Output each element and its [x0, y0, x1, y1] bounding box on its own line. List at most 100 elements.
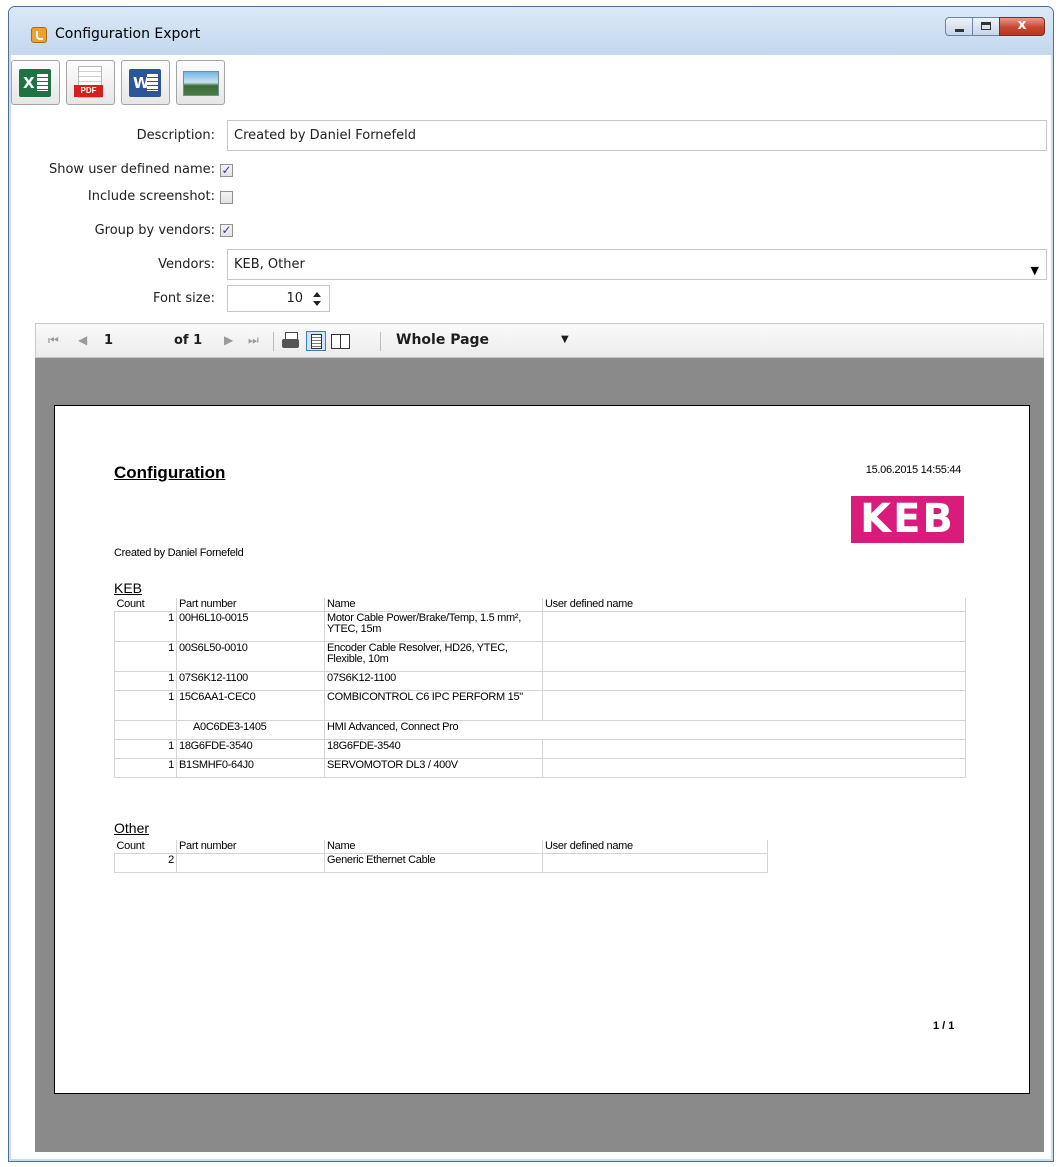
configuration-export-window: Configuration Export x X PDF W Descripti… [8, 6, 1054, 1162]
other-table: Count Part number Name User defined name… [114, 840, 768, 873]
user-defined-name-cell [542, 758, 966, 778]
vendors-selected-value: KEB, Other [234, 257, 305, 272]
group-title-other: Other [114, 820, 150, 836]
current-page-input[interactable]: 1 [104, 333, 113, 348]
toolbar-separator [273, 332, 274, 351]
column-header: Name [324, 840, 543, 854]
count-cell [114, 720, 177, 740]
page-count-label: of 1 [174, 333, 203, 348]
print-icon[interactable] [281, 331, 301, 351]
name-cell: 07S6K12-1100 [324, 671, 543, 691]
spin-down-icon[interactable] [313, 301, 321, 306]
show-user-defined-name-checkbox[interactable]: ✓ [220, 164, 233, 177]
previous-page-icon[interactable]: ◀ [78, 333, 87, 347]
user-defined-name-cell [542, 641, 966, 672]
include-screenshot-checkbox[interactable] [220, 191, 233, 204]
last-page-icon[interactable]: ⏭ [248, 333, 259, 348]
next-page-icon[interactable]: ▶ [224, 333, 233, 347]
export-toolbar: X PDF W [11, 60, 261, 105]
count-cell: 1 [114, 671, 177, 691]
name-cell: COMBICONTROL C6 IPC PERFORM 15" [324, 690, 543, 721]
column-header: User defined name [542, 598, 966, 612]
minimize-button[interactable] [945, 17, 972, 36]
viewer-toolbar: ⏮ ◀ 1 of 1 ▶ ⏭ Whole Page ▼ [35, 323, 1044, 358]
column-header: Part number [176, 598, 325, 612]
name-cell: Generic Ethernet Cable [324, 853, 543, 873]
name-cell: Motor Cable Power/Brake/Temp, 1.5 mm², Y… [324, 611, 543, 642]
excel-icon-letter: X [23, 74, 35, 92]
description-input[interactable]: Created by Daniel Fornefeld [227, 120, 1047, 151]
count-cell: 2 [114, 853, 177, 873]
part-number-cell: 15C6AA1-CEC0 [176, 690, 325, 721]
word-sheet-glyph [147, 74, 158, 91]
part-number-cell: 18G6FDE-3540 [176, 739, 325, 759]
count-cell: 1 [114, 739, 177, 759]
report-title: Configuration [114, 463, 226, 482]
show-user-defined-name-label: Show user defined name: [48, 162, 215, 177]
table-row: 2 Generic Ethernet Cable [114, 853, 768, 873]
toolbar-separator [380, 332, 381, 351]
part-number-cell: A0C6DE3-1405 [176, 720, 325, 740]
column-header: Part number [176, 840, 325, 854]
part-number-cell: 00H6L10-0015 [176, 611, 325, 642]
column-header: Count [114, 598, 177, 612]
report-date: 15.06.2015 14:55:44 [865, 464, 962, 476]
page-footer: 1 / 1 [933, 1020, 955, 1032]
maximize-button[interactable] [972, 17, 999, 36]
include-screenshot-label: Include screenshot: [87, 189, 215, 204]
table-row: A0C6DE3-1405 HMI Advanced, Connect Pro [114, 720, 966, 740]
name-cell: SERVOMOTOR DL3 / 400V [324, 758, 543, 778]
app-icon [31, 27, 47, 43]
maximize-icon [981, 22, 991, 30]
font-size-value: 10 [286, 291, 303, 306]
spin-up-icon[interactable] [313, 292, 321, 297]
keb-table: Count Part number Name User defined name… [114, 598, 966, 778]
font-size-stepper[interactable]: 10 [227, 285, 330, 312]
table-row: 1 B1SMHF0-64J0 SERVOMOTOR DL3 / 400V [114, 758, 966, 778]
part-number-cell: 00S6L50-0010 [176, 641, 325, 672]
export-pdf-button[interactable]: PDF [66, 60, 115, 105]
client-area: X PDF W Description: Created by Daniel F… [11, 55, 1051, 1159]
table-row: 1 15C6AA1-CEC0 COMBICONTROL C6 IPC PERFO… [114, 690, 966, 721]
column-header: Name [324, 598, 543, 612]
name-cell: Encoder Cable Resolver, HD26, YTEC, Flex… [324, 641, 543, 672]
report-page: Configuration 15.06.2015 14:55:44 KEB Cr… [54, 405, 1030, 1094]
vendors-dropdown[interactable]: KEB, Other ▼ [227, 249, 1047, 280]
page-setup-icon[interactable] [330, 331, 350, 351]
keb-logo: KEB [851, 496, 964, 543]
count-cell: 1 [114, 690, 177, 721]
print-layout-icon[interactable] [306, 331, 326, 351]
close-button[interactable]: x [999, 17, 1045, 36]
window-title: Configuration Export [55, 26, 201, 42]
export-image-button[interactable] [176, 60, 225, 105]
title-bar[interactable]: Configuration Export x [9, 7, 1053, 55]
font-size-label: Font size: [152, 291, 215, 306]
part-number-cell [176, 853, 325, 873]
group-by-vendors-checkbox[interactable]: ✓ [220, 224, 233, 237]
table-row: 1 00S6L50-0010 Encoder Cable Resolver, H… [114, 641, 966, 672]
user-defined-name-cell [542, 690, 966, 721]
count-cell: 1 [114, 641, 177, 672]
zoom-chevron-down-icon[interactable]: ▼ [561, 334, 569, 345]
export-excel-button[interactable]: X [11, 60, 60, 105]
user-defined-name-cell [542, 611, 966, 642]
description-label: Description: [136, 128, 215, 143]
vendors-label: Vendors: [158, 257, 215, 272]
chevron-down-icon: ▼ [1030, 264, 1039, 277]
part-number-cell: B1SMHF0-64J0 [176, 758, 325, 778]
viewer-page-area: Configuration 15.06.2015 14:55:44 KEB Cr… [35, 358, 1044, 1152]
column-header: User defined name [542, 840, 768, 854]
excel-icon: X [19, 69, 51, 97]
pdf-icon-label: PDF [74, 85, 103, 97]
word-icon: W [129, 69, 161, 97]
first-page-icon[interactable]: ⏮ [48, 333, 59, 348]
window-controls: x [945, 17, 1045, 36]
export-word-button[interactable]: W [121, 60, 170, 105]
table-header-row: Count Part number Name User defined name [114, 840, 768, 854]
zoom-select[interactable]: Whole Page [396, 332, 489, 348]
image-icon [183, 71, 219, 96]
excel-sheet-glyph [37, 74, 48, 91]
close-icon: x [1017, 17, 1027, 33]
table-header-row: Count Part number Name User defined name [114, 598, 966, 612]
report-viewer: ⏮ ◀ 1 of 1 ▶ ⏭ Whole Page ▼ Configuratio… [35, 323, 1044, 1152]
